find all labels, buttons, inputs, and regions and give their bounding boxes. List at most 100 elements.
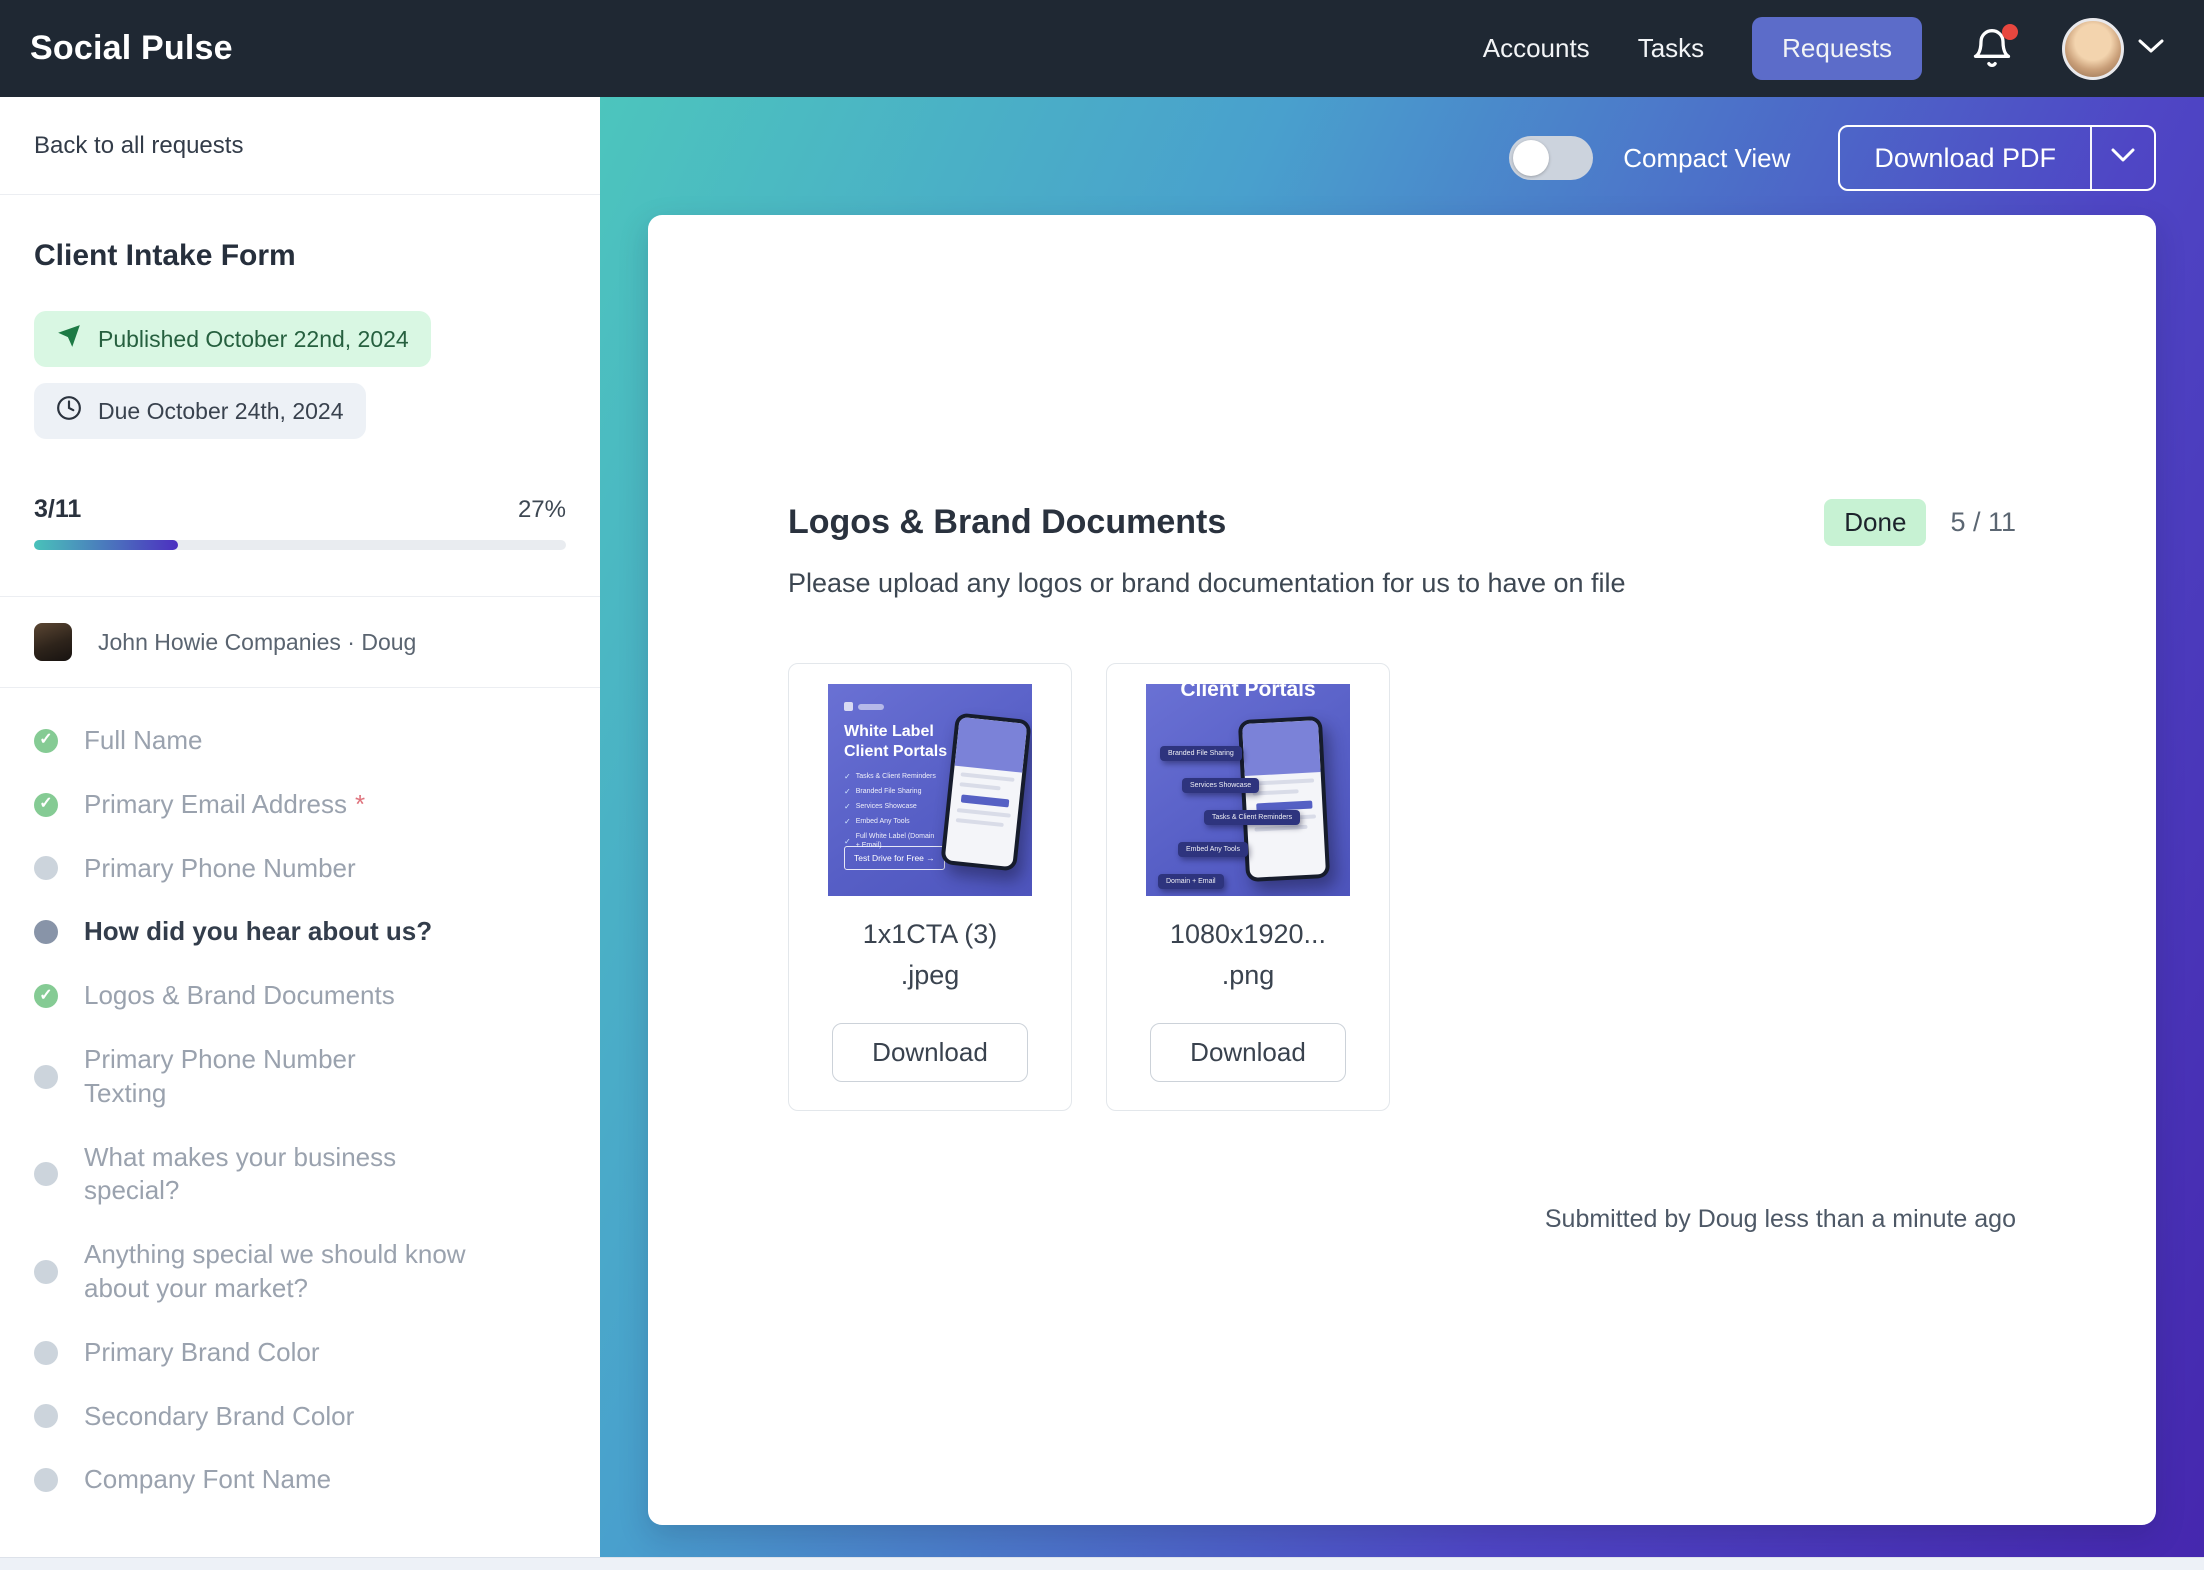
due-badge: Due October 24th, 2024 (34, 383, 366, 439)
thumb-feature-list: ✓Tasks & Client Reminders ✓Branded File … (844, 772, 936, 850)
download-pdf-menu-button[interactable] (2092, 127, 2154, 189)
sidebar-item-logos-brand-documents[interactable]: ✓ Logos & Brand Documents (34, 979, 566, 1013)
thumb-cta-button: Test Drive for Free → (844, 846, 945, 870)
item-label: How did you hear about us? (84, 915, 432, 949)
sidebar-item-primary-email[interactable]: ✓ Primary Email Address* (34, 788, 566, 822)
file-card: White Label Client Portals ✓Tasks & Clie… (788, 663, 1072, 1111)
status-badge: Done (1824, 499, 1926, 546)
toggle-knob[interactable] (1513, 140, 1549, 176)
pending-dot-icon (34, 1404, 58, 1428)
item-label: Full Name (84, 724, 202, 758)
send-icon (56, 323, 82, 355)
sidebar-item-full-name[interactable]: ✓ Full Name (34, 724, 566, 758)
progress-percent: 27% (518, 496, 566, 524)
notifications-button[interactable] (1970, 26, 2014, 72)
download-pdf-button[interactable]: Download PDF (1840, 127, 2092, 189)
compact-view-toggle[interactable] (1509, 136, 1593, 180)
request-description: Please upload any logos or brand documen… (788, 568, 2016, 599)
item-label: Primary Email Address* (84, 788, 365, 822)
file-card: Client Portals Branded File Sharing (1106, 663, 1390, 1111)
phone-mockup (1238, 716, 1330, 882)
download-button[interactable]: Download (832, 1023, 1028, 1082)
pending-dot-icon (34, 1065, 58, 1089)
sidebar-body: Client Intake Form Published October 22n… (0, 195, 600, 1570)
thumb-feature-pill: Branded File Sharing (1160, 746, 1242, 761)
thumb-heading: Client Portals (1146, 684, 1350, 702)
required-asterisk: * (355, 789, 365, 819)
sidebar-item-primary-phone[interactable]: Primary Phone Number (34, 852, 566, 886)
check-icon: ✓ (34, 984, 58, 1008)
download-button[interactable]: Download (1150, 1023, 1346, 1082)
item-label: Primary Phone Number Texting (84, 1043, 414, 1111)
notification-dot (2002, 24, 2018, 40)
file-name: 1x1CTA (3) .jpeg (863, 914, 998, 995)
form-title: Client Intake Form (34, 239, 566, 273)
brand-logo: Social Pulse (30, 29, 233, 68)
pending-dot-icon (34, 1341, 58, 1365)
sidebar-item-market-notes[interactable]: Anything special we should know about yo… (34, 1238, 566, 1306)
item-label: What makes your business special? (84, 1141, 464, 1209)
thumb-feature-pill: Services Showcase (1182, 778, 1259, 793)
form-field-checklist: ✓ Full Name ✓ Primary Email Address* Pri… (34, 724, 566, 1497)
due-badge-label: Due October 24th, 2024 (98, 398, 344, 425)
progress-labels: 3/11 27% (34, 495, 566, 524)
client-name: John Howie Companies · Doug (98, 629, 416, 656)
request-title: Logos & Brand Documents (788, 503, 1226, 542)
check-icon: ✓ (34, 729, 58, 753)
item-label: Primary Brand Color (84, 1336, 320, 1370)
item-label: Secondary Brand Color (84, 1400, 354, 1434)
compact-view-label: Compact View (1623, 143, 1790, 174)
chevron-down-icon[interactable] (2138, 38, 2164, 59)
client-avatar (34, 623, 72, 661)
clock-icon (56, 395, 82, 427)
thumb-feature-pill: Domain + Email (1158, 874, 1224, 889)
progress-bar (34, 540, 566, 550)
back-to-requests-link[interactable]: Back to all requests (0, 97, 600, 195)
thumb-feature-pill: Tasks & Client Reminders (1204, 810, 1300, 825)
nav-item-accounts[interactable]: Accounts (1483, 33, 1590, 64)
phone-mockup (940, 712, 1031, 871)
pending-dot-icon (34, 856, 58, 880)
thumb-heading: White Label Client Portals (844, 722, 954, 762)
file-thumbnail[interactable]: Client Portals Branded File Sharing (1146, 684, 1350, 896)
item-label: Primary Phone Number (84, 852, 356, 886)
request-counter: 5 / 11 (1950, 507, 2016, 538)
thumb-logo (844, 702, 884, 711)
sidebar-item-how-did-you-hear[interactable]: How did you hear about us? (34, 915, 566, 949)
check-icon: ✓ (34, 793, 58, 817)
nav-item-requests[interactable]: Requests (1752, 17, 1922, 80)
nav-item-tasks[interactable]: Tasks (1638, 33, 1704, 64)
content-area: Compact View Download PDF Logos & Brand … (600, 97, 2204, 1570)
main-row: Back to all requests Client Intake Form … (0, 97, 2204, 1570)
progress-bar-fill (34, 540, 178, 550)
file-thumbnail[interactable]: White Label Client Portals ✓Tasks & Clie… (828, 684, 1032, 896)
client-row: John Howie Companies · Doug (34, 597, 566, 687)
sidebar: Back to all requests Client Intake Form … (0, 97, 600, 1570)
item-label: Anything special we should know about yo… (84, 1238, 474, 1306)
top-nav: Social Pulse Accounts Tasks Requests (0, 0, 2204, 97)
bottom-strip (0, 1557, 2204, 1570)
pending-dot-icon (34, 1260, 58, 1284)
sidebar-item-secondary-brand-color[interactable]: Secondary Brand Color (34, 1400, 566, 1434)
item-label: Logos & Brand Documents (84, 979, 395, 1013)
divider (0, 687, 600, 688)
sidebar-item-company-font-name[interactable]: Company Font Name (34, 1463, 566, 1497)
request-status-group: Done 5 / 11 (1824, 499, 2016, 546)
sidebar-item-business-special[interactable]: What makes your business special? (34, 1141, 566, 1209)
user-menu[interactable] (2062, 18, 2164, 80)
chevron-down-icon (2111, 148, 2135, 168)
sidebar-item-phone-texting[interactable]: Primary Phone Number Texting (34, 1043, 566, 1111)
current-dot-icon (34, 920, 58, 944)
published-badge-label: Published October 22nd, 2024 (98, 326, 409, 353)
view-controls: Compact View Download PDF (648, 125, 2156, 191)
uploaded-files: White Label Client Portals ✓Tasks & Clie… (788, 663, 2016, 1111)
app-window: Social Pulse Accounts Tasks Requests (0, 0, 2204, 1570)
nav-right: Accounts Tasks Requests (1483, 17, 2164, 80)
avatar[interactable] (2062, 18, 2124, 80)
sidebar-item-primary-brand-color[interactable]: Primary Brand Color (34, 1336, 566, 1370)
submitted-note: Submitted by Doug less than a minute ago (788, 1205, 2016, 1234)
pending-dot-icon (34, 1162, 58, 1186)
thumb-feature-pill: Embed Any Tools (1178, 842, 1248, 857)
download-pdf-split-button[interactable]: Download PDF (1838, 125, 2156, 191)
pending-dot-icon (34, 1468, 58, 1492)
